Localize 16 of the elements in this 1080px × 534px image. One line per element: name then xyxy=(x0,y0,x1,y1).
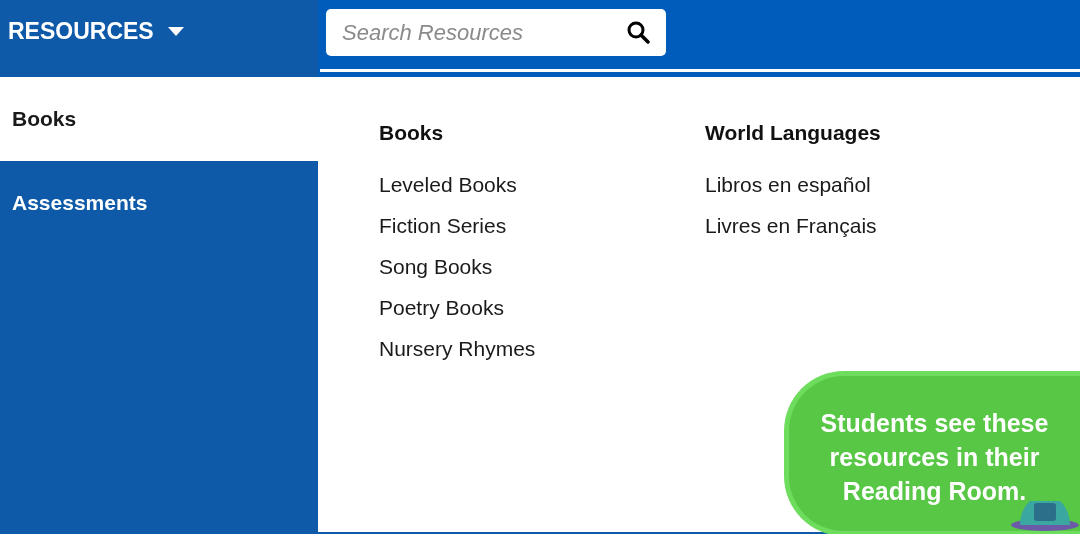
resource-link[interactable]: Song Books xyxy=(379,246,705,287)
resource-link[interactable]: Nursery Rhymes xyxy=(379,328,705,369)
resource-link[interactable]: Libros en español xyxy=(705,164,1031,205)
search-field[interactable]: Search Resources xyxy=(326,9,666,56)
resource-link[interactable]: Leveled Books xyxy=(379,164,705,205)
sidebar-item[interactable]: Books xyxy=(0,77,318,161)
resources-menu-button[interactable]: RESOURCES xyxy=(0,0,318,77)
search-icon[interactable] xyxy=(626,20,650,44)
callout-text: Students see these resources in their Reading Room. xyxy=(819,408,1050,507)
column-heading: Books xyxy=(379,121,445,145)
caret-icon xyxy=(167,27,184,36)
resource-link[interactable]: Fiction Series xyxy=(379,205,705,246)
resource-link[interactable]: Poetry Books xyxy=(379,287,705,328)
sidebar-item[interactable]: Assessments xyxy=(0,161,318,245)
resource-link[interactable]: Livres en Français xyxy=(705,205,1031,246)
column-heading: World Languages xyxy=(705,121,882,145)
